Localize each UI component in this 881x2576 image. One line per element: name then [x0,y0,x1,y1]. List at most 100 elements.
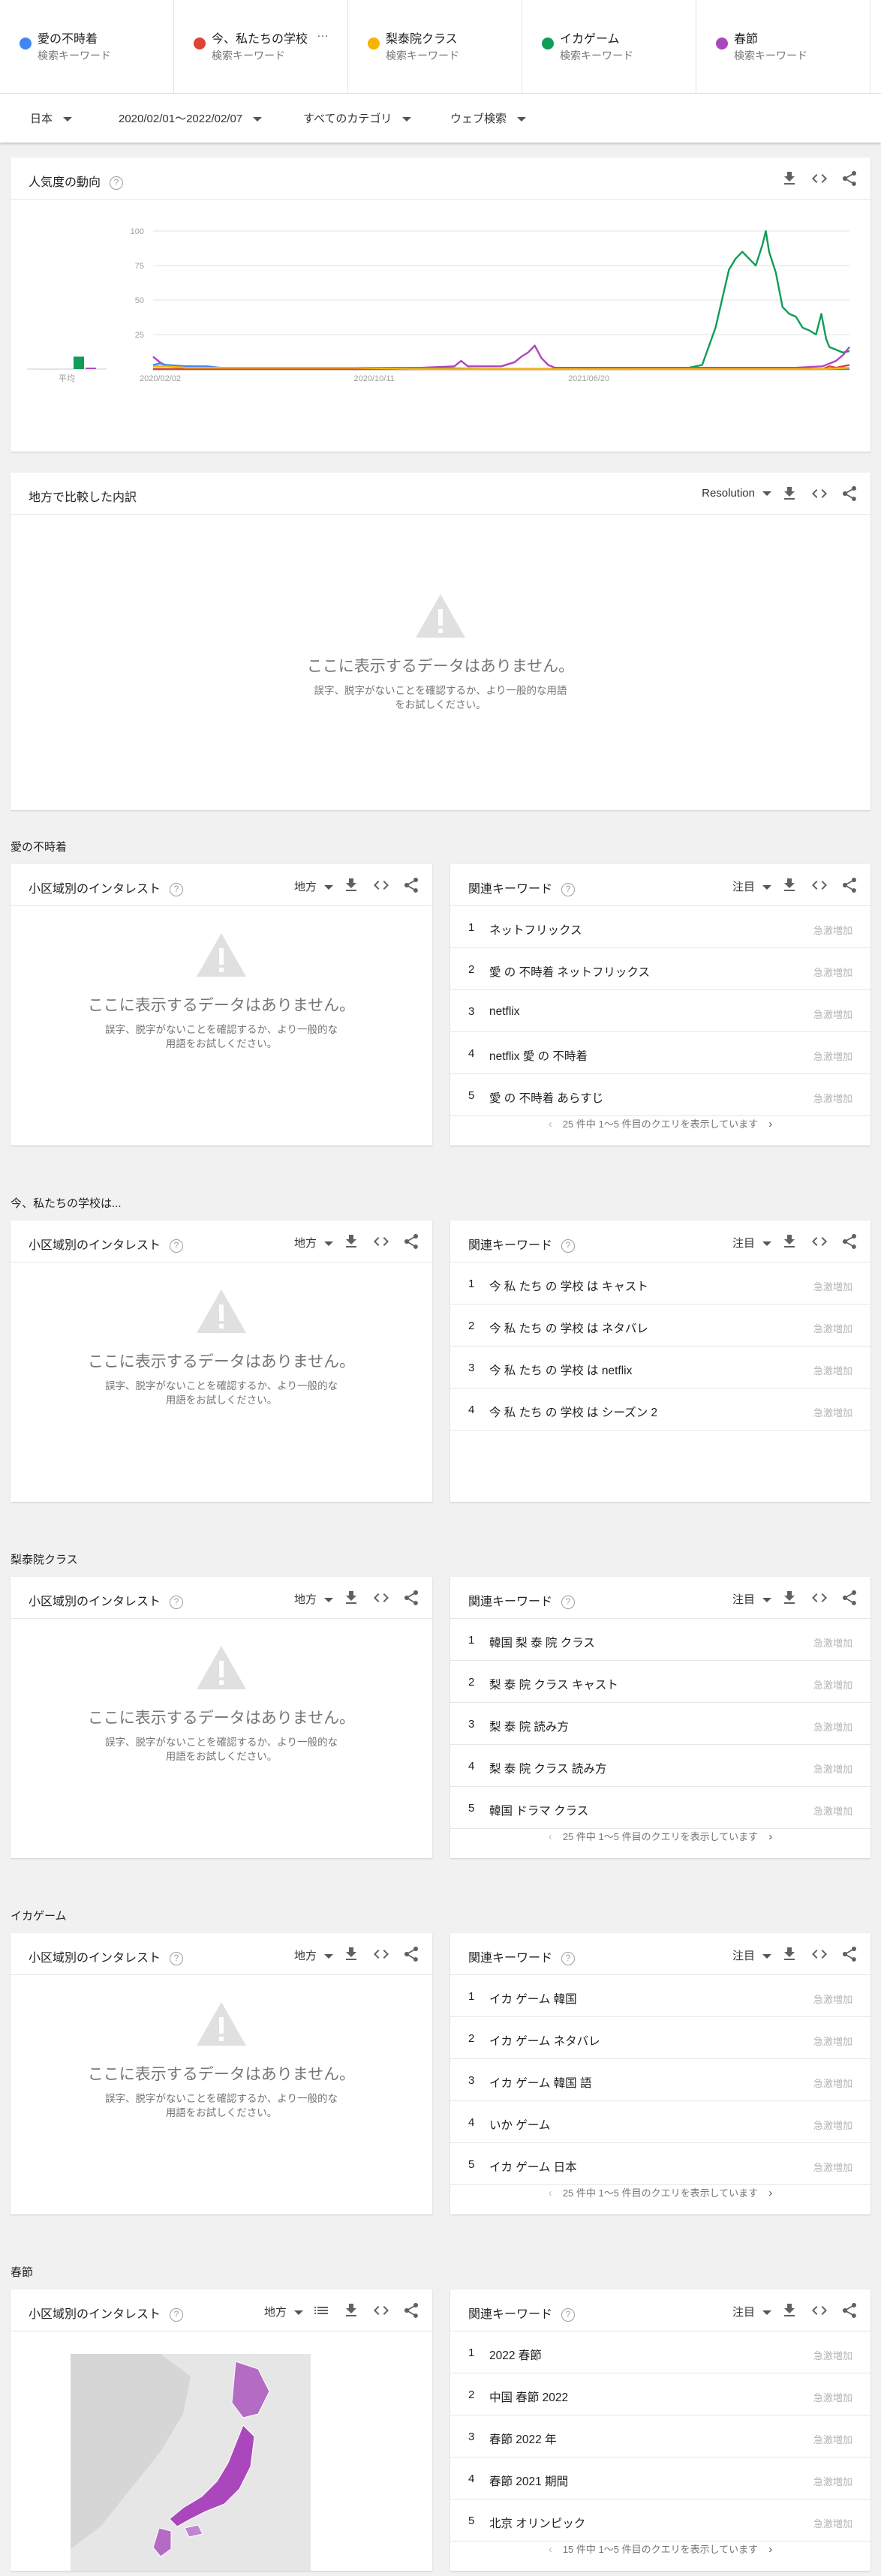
share-icon[interactable] [402,2301,420,2319]
share-icon[interactable] [402,1945,420,1963]
embed-icon[interactable] [810,876,828,894]
embed-icon[interactable] [810,170,828,188]
help-icon[interactable]: ? [170,1951,184,1965]
download-icon[interactable] [780,1945,798,1963]
embed-icon[interactable] [372,1232,390,1250]
prev-page-button[interactable]: ‹ [549,1118,552,1130]
help-icon[interactable]: ? [170,882,184,896]
list-view-icon[interactable] [312,2301,330,2319]
resolution-select[interactable]: Resolution [702,487,771,500]
help-icon[interactable]: ? [561,882,576,896]
caret-down-icon [517,117,527,122]
date-range-filter[interactable]: 2020/02/01～2022/02/07 [119,110,263,126]
related-query-row[interactable]: 4 梨 泰 院 クラス 読み方 急激増加 [450,1745,870,1787]
download-icon[interactable] [342,1945,360,1963]
card-header: 関連キーワード? 注目 [450,1577,870,1619]
download-icon[interactable] [780,170,798,188]
related-query-row[interactable]: 1 今 私 たち の 学校 は キャスト 急激増加 [450,1262,870,1305]
share-icon[interactable] [840,1945,858,1963]
related-query-row[interactable]: 2 愛 の 不時着 ネットフリックス 急激増加 [450,948,870,990]
related-filter-select[interactable]: 注目 [732,878,771,894]
share-icon[interactable] [840,170,858,188]
term-card-1[interactable]: 愛の不時着 検索キーワード [0,0,174,93]
download-icon[interactable] [780,1589,798,1607]
share-icon[interactable] [840,485,858,503]
search-type-filter[interactable]: ウェブ検索 [450,110,527,126]
embed-icon[interactable] [810,485,828,503]
share-icon[interactable] [402,1232,420,1250]
related-filter-select[interactable]: 注目 [732,1947,771,1963]
help-icon[interactable]: ? [170,1595,184,1609]
download-icon[interactable] [342,2301,360,2319]
related-filter-select[interactable]: 注目 [732,1235,771,1250]
related-query-row[interactable]: 3 イカ ゲーム 韓国 語 急激増加 [450,2059,870,2101]
help-icon[interactable]: ? [561,1238,576,1253]
related-query-row[interactable]: 4 春節 2021 期間 急激増加 [450,2457,870,2499]
share-icon[interactable] [840,2301,858,2319]
prev-page-button[interactable]: ‹ [549,2187,552,2199]
related-query-row[interactable]: 2 梨 泰 院 クラス キャスト 急激増加 [450,1661,870,1703]
related-query-list: 1 イカ ゲーム 韓国 急激増加 2 イカ ゲーム ネタバレ 急激増加 3 イカ… [450,1975,870,2185]
download-icon[interactable] [780,485,798,503]
related-query-row[interactable]: 1 イカ ゲーム 韓国 急激増加 [450,1975,870,2017]
share-icon[interactable] [402,876,420,894]
pagination: ‹ 25 件中 1～5 件目のクエリを表示しています › [450,1816,870,1858]
related-query-row[interactable]: 2 イカ ゲーム ネタバレ 急激増加 [450,2017,870,2059]
help-icon[interactable]: ? [170,2307,184,2322]
help-icon[interactable]: ? [561,2307,576,2322]
prev-page-button[interactable]: ‹ [549,1830,552,1843]
embed-icon[interactable] [810,1945,828,1963]
share-icon[interactable] [402,1589,420,1607]
share-icon[interactable] [840,876,858,894]
help-icon[interactable]: ? [170,1238,184,1253]
download-icon[interactable] [780,2301,798,2319]
next-page-button[interactable]: › [768,2543,772,2556]
related-query-row[interactable]: 3 梨 泰 院 読み方 急激増加 [450,1703,870,1745]
term-card-5[interactable]: 春節 検索キーワード [696,0,870,93]
prev-page-button[interactable]: ‹ [549,2543,552,2556]
embed-icon[interactable] [372,876,390,894]
download-icon[interactable] [780,876,798,894]
help-icon[interactable]: ? [561,1595,576,1609]
subregion-select[interactable]: 地方 [294,1591,333,1607]
related-query-row[interactable]: 4 いか ゲーム 急激増加 [450,2101,870,2143]
next-page-button[interactable]: › [768,2187,772,2199]
subregion-select[interactable]: 地方 [294,1235,333,1250]
subregion-select[interactable]: 地方 [294,878,333,894]
related-query-row[interactable]: 1 韓国 梨 泰 院 クラス 急激増加 [450,1619,870,1661]
download-icon[interactable] [342,1589,360,1607]
next-page-button[interactable]: › [768,1830,772,1843]
related-filter-select[interactable]: 注目 [732,2304,771,2319]
share-icon[interactable] [840,1232,858,1250]
related-query-row[interactable]: 4 今 私 たち の 学校 は シーズン 2 急激増加 [450,1389,870,1431]
related-query-row[interactable]: 1 2022 春節 急激増加 [450,2331,870,2373]
related-query-row[interactable]: 4 netflix 愛 の 不時着 急激増加 [450,1032,870,1074]
next-page-button[interactable]: › [768,1118,772,1130]
term-card-2[interactable]: 今、私たちの学校 … 検索キーワード [174,0,348,93]
region-filter[interactable]: 日本 [30,110,73,126]
embed-icon[interactable] [810,1232,828,1250]
embed-icon[interactable] [372,1945,390,1963]
related-query-row[interactable]: 2 中国 春節 2022 急激増加 [450,2373,870,2415]
term-card-4[interactable]: イカゲーム 検索キーワード [522,0,696,93]
embed-icon[interactable] [372,2301,390,2319]
term-card-3[interactable]: 梨泰院クラス 検索キーワード [348,0,522,93]
related-filter-select[interactable]: 注目 [732,1591,771,1607]
related-query-row[interactable]: 3 netflix 急激増加 [450,990,870,1032]
subregion-select[interactable]: 地方 [294,1947,333,1963]
help-icon[interactable]: ? [561,1951,576,1965]
download-icon[interactable] [780,1232,798,1250]
category-filter[interactable]: すべてのカテゴリ [303,110,412,126]
subregion-select[interactable]: 地方 [264,2304,303,2319]
related-query-row[interactable]: 3 今 私 たち の 学校 は netflix 急激増加 [450,1347,870,1389]
embed-icon[interactable] [810,1589,828,1607]
related-query-row[interactable]: 1 ネットフリックス 急激増加 [450,906,870,948]
share-icon[interactable] [840,1589,858,1607]
embed-icon[interactable] [372,1589,390,1607]
download-icon[interactable] [342,876,360,894]
download-icon[interactable] [342,1232,360,1250]
embed-icon[interactable] [810,2301,828,2319]
help-icon[interactable]: ? [110,176,124,190]
related-query-row[interactable]: 3 春節 2022 年 急激増加 [450,2415,870,2457]
related-query-row[interactable]: 2 今 私 たち の 学校 は ネタバレ 急激増加 [450,1305,870,1347]
